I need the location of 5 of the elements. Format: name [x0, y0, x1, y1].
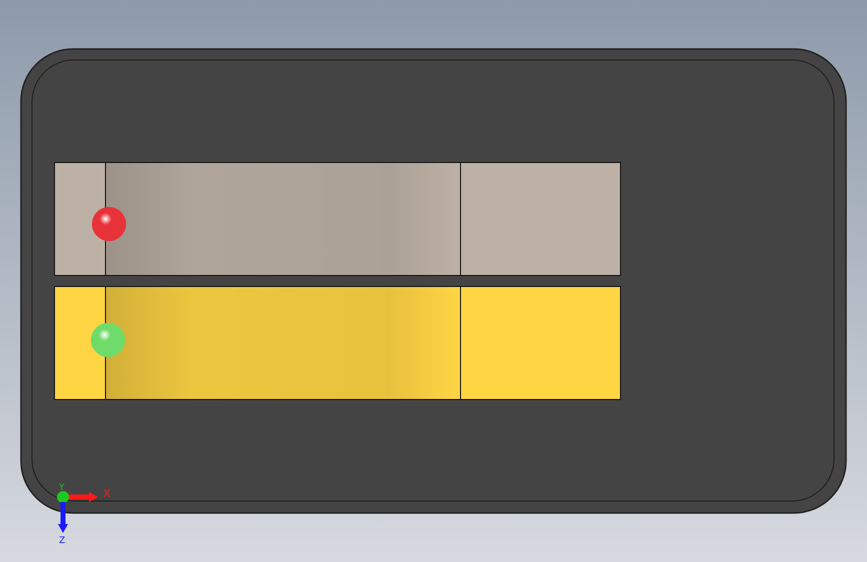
axis-label: Z	[59, 536, 66, 546]
marker-sphere	[91, 323, 125, 357]
axis-label: X	[103, 487, 111, 500]
marker-sphere	[92, 207, 126, 241]
axis-label: Y	[59, 483, 64, 493]
